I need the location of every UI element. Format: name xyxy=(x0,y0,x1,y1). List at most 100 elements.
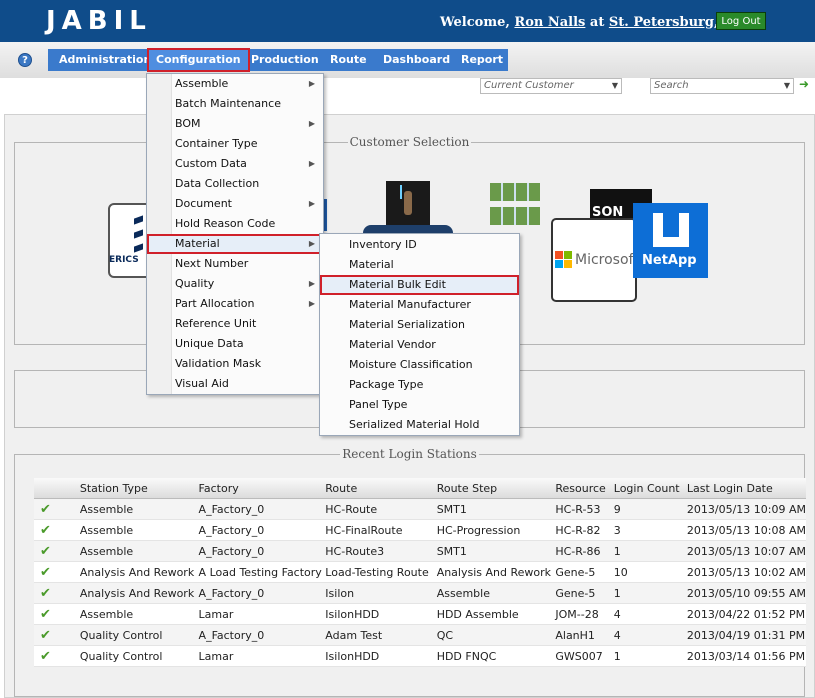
submenu-arrow-icon: ▶ xyxy=(308,199,315,208)
tab-production[interactable]: Production xyxy=(251,49,319,71)
menu-item-quality[interactable]: Quality ▶ xyxy=(147,274,323,294)
logout-button[interactable]: Log Out xyxy=(716,12,766,30)
table-row[interactable]: ✔ Assemble Lamar IsilonHDD HDD Assemble … xyxy=(34,603,806,625)
character-image[interactable] xyxy=(386,181,430,225)
column-header[interactable]: Resource xyxy=(555,478,614,499)
status-column-header xyxy=(34,478,80,499)
station-type-cell: Assemble xyxy=(79,603,199,625)
menu-item-material-manufacturer[interactable]: Material Manufacturer xyxy=(320,295,519,315)
table-row[interactable]: ✔ Quality Control Lamar IsilonHDD HDD FN… xyxy=(34,645,806,667)
factory-cell: A_Factory_0 xyxy=(198,498,326,520)
submenu-arrow-icon: ▶ xyxy=(308,119,315,128)
table-row[interactable]: ✔ Analysis And Rework A_Factory_0 Isilon… xyxy=(34,582,806,604)
login-count-cell: 4 xyxy=(613,624,687,646)
menu-item-label: Assemble xyxy=(175,77,229,90)
help-icon[interactable]: ? xyxy=(18,53,32,67)
user-link[interactable]: Ron Nalls xyxy=(514,15,585,30)
login-count-cell: 1 xyxy=(613,645,687,667)
menu-item-package-type[interactable]: Package Type xyxy=(320,375,519,395)
menu-item-label: Hold Reason Code xyxy=(175,217,276,230)
factory-cell: A_Factory_0 xyxy=(198,624,326,646)
table-row[interactable]: ✔ Assemble A_Factory_0 HC-Route SMT1 HC-… xyxy=(34,498,806,520)
microsoft-logo[interactable]: Microsoft xyxy=(551,218,639,302)
check-icon: ✔ xyxy=(34,603,80,625)
menu-item-serialized-material-hold[interactable]: Serialized Material Hold xyxy=(320,415,519,435)
menu-item-reference-unit[interactable]: Reference Unit xyxy=(147,314,323,334)
route-cell: HC-FinalRoute xyxy=(325,519,437,541)
table-row[interactable]: ✔ Assemble A_Factory_0 HC-Route3 SMT1 HC… xyxy=(34,540,806,562)
menu-item-custom-data[interactable]: Custom Data ▶ xyxy=(147,154,323,174)
menu-item-label: Unique Data xyxy=(175,337,244,350)
tab-dashboard[interactable]: Dashboard xyxy=(383,49,450,71)
route-step-cell: QC xyxy=(436,624,556,646)
table-header-row: Station Type Factory Route Route Step Re… xyxy=(34,478,806,499)
menu-item-batch-maintenance[interactable]: Batch Maintenance xyxy=(147,94,323,114)
route-cell: HC-Route xyxy=(325,498,437,520)
submenu-arrow-icon: ▶ xyxy=(308,279,315,288)
menu-item-label: Container Type xyxy=(175,137,258,150)
column-header[interactable]: Login Count xyxy=(613,478,687,499)
menu-item-moisture-classification[interactable]: Moisture Classification xyxy=(320,355,519,375)
resource-cell: HC-R-53 xyxy=(555,498,614,520)
menu-item-material-vendor[interactable]: Material Vendor xyxy=(320,335,519,355)
resource-cell: GWS007 xyxy=(555,645,614,667)
route-step-cell: HDD FNQC xyxy=(436,645,556,667)
column-header[interactable]: Station Type xyxy=(79,478,199,499)
table-row[interactable]: ✔ Analysis And Rework A Load Testing Fac… xyxy=(34,561,806,583)
route-step-cell: Analysis And Rework xyxy=(436,561,556,583)
menu-item-label: Batch Maintenance xyxy=(175,97,281,110)
menu-item-material[interactable]: Material ▶ xyxy=(147,234,323,254)
menu-item-label: Quality xyxy=(175,277,215,290)
factory-cell: Lamar xyxy=(198,603,326,625)
menu-item-hold-reason-code[interactable]: Hold Reason Code xyxy=(147,214,323,234)
factory-cell: A Load Testing Factory xyxy=(198,561,326,583)
ericsson-text: ERICS xyxy=(109,255,139,265)
tab-configuration[interactable]: Configuration xyxy=(147,48,250,72)
menu-item-material-bulk-edit[interactable]: Material Bulk Edit xyxy=(320,275,519,295)
tab-report[interactable]: Report xyxy=(461,49,503,71)
submenu-arrow-icon: ▶ xyxy=(308,299,315,308)
column-header[interactable]: Factory xyxy=(198,478,326,499)
check-icon: ✔ xyxy=(34,498,80,520)
netapp-logo[interactable]: NetApp xyxy=(633,203,708,278)
menu-item-validation-mask[interactable]: Validation Mask xyxy=(147,354,323,374)
column-header[interactable]: Last Login Date xyxy=(686,478,806,499)
search-combo[interactable]: Search ▼ xyxy=(650,78,794,94)
factory-cell: A_Factory_0 xyxy=(198,540,326,562)
table-row[interactable]: ✔ Quality Control A_Factory_0 Adam Test … xyxy=(34,624,806,646)
lightsaber-icon xyxy=(400,185,402,199)
menu-item-data-collection[interactable]: Data Collection xyxy=(147,174,323,194)
menu-item-visual-aid[interactable]: Visual Aid xyxy=(147,374,323,394)
tab-route[interactable]: Route xyxy=(330,49,367,71)
login-count-cell: 9 xyxy=(613,498,687,520)
menu-item-next-number[interactable]: Next Number xyxy=(147,254,323,274)
menu-item-document[interactable]: Document ▶ xyxy=(147,194,323,214)
column-header[interactable]: Route Step xyxy=(436,478,556,499)
check-icon: ✔ xyxy=(34,624,80,646)
menu-item-unique-data[interactable]: Unique Data xyxy=(147,334,323,354)
column-header[interactable]: Route xyxy=(325,478,437,499)
go-arrow-icon[interactable]: ➜ xyxy=(799,77,809,91)
menu-item-panel-type[interactable]: Panel Type xyxy=(320,395,519,415)
last-login-date-cell: 2013/03/14 01:56 PM xyxy=(686,645,806,667)
route-cell: Isilon xyxy=(325,582,437,604)
table-row[interactable]: ✔ Assemble A_Factory_0 HC-FinalRoute HC-… xyxy=(34,519,806,541)
menu-item-inventory-id[interactable]: Inventory ID xyxy=(320,235,519,255)
last-login-date-cell: 2013/05/10 09:55 AM xyxy=(686,582,806,604)
last-login-date-cell: 2013/05/13 10:07 AM xyxy=(686,540,806,562)
microsoft-text: Microsoft xyxy=(575,252,639,268)
chevron-down-icon: ▼ xyxy=(611,81,618,90)
menu-item-container-type[interactable]: Container Type xyxy=(147,134,323,154)
menu-item-material[interactable]: Material xyxy=(320,255,519,275)
menu-item-assemble[interactable]: Assemble ▶ xyxy=(147,74,323,94)
menu-item-material-serialization[interactable]: Material Serialization xyxy=(320,315,519,335)
current-customer-select[interactable]: Current Customer ▼ xyxy=(480,78,622,94)
tab-administration[interactable]: Administration xyxy=(59,49,151,71)
route-step-cell: HC-Progression xyxy=(436,519,556,541)
ericsson-mark-icon xyxy=(134,215,143,225)
route-step-cell: SMT1 xyxy=(436,540,556,562)
menu-item-bom[interactable]: BOM ▶ xyxy=(147,114,323,134)
menu-item-label: BOM xyxy=(175,117,201,130)
thumbnail-grid-image[interactable] xyxy=(490,183,540,227)
menu-item-part-allocation[interactable]: Part Allocation ▶ xyxy=(147,294,323,314)
